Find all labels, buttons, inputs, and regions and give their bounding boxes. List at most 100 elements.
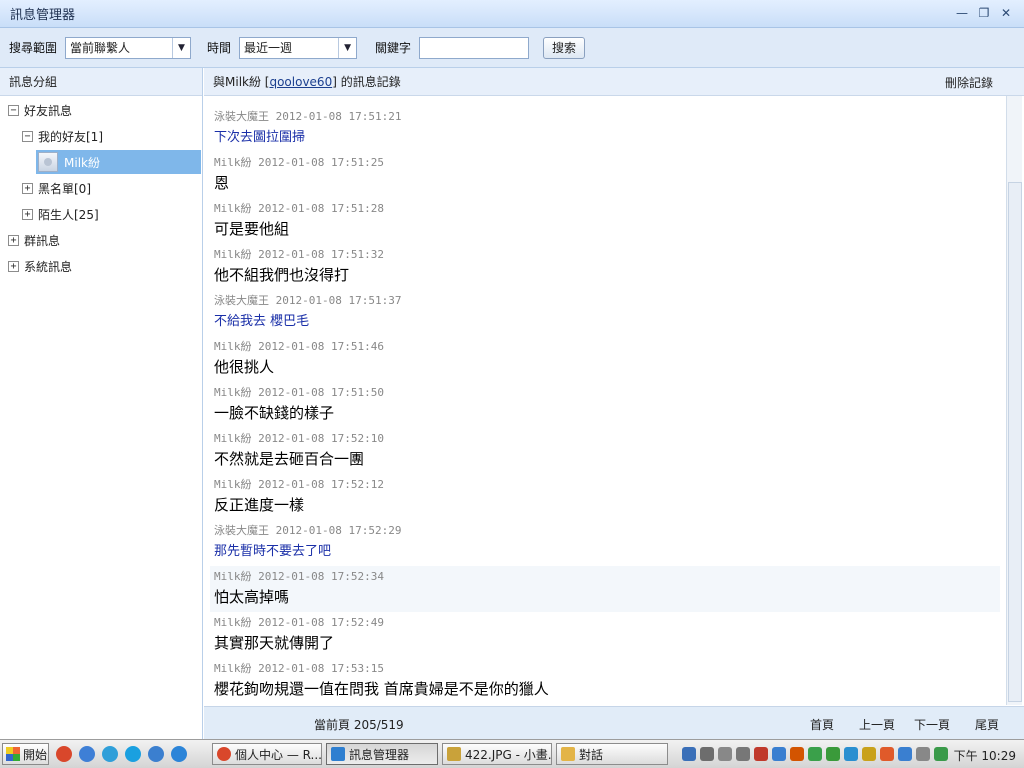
quick-launch-icon[interactable] (56, 746, 72, 762)
windows-logo-icon (6, 747, 20, 761)
tray-icon[interactable] (844, 747, 858, 761)
range-value: 當前聯繫人 (70, 41, 131, 55)
search-button[interactable]: 搜索 (543, 36, 586, 59)
message-text: 他很挑人 (214, 358, 275, 376)
message-time: 2012-01-08 17:52:10 (258, 432, 384, 445)
expand-icon[interactable]: + (22, 208, 33, 220)
message-sender: Milk紛 (214, 340, 252, 353)
tree-item-my-friends[interactable]: − 我的好友[1] (22, 124, 103, 148)
taskbar-task[interactable]: 422.JPG - 小畫... (442, 743, 552, 765)
chevron-down-icon[interactable]: ▼ (338, 37, 356, 58)
quick-launch-icon[interactable] (79, 746, 95, 762)
message-time: 2012-01-08 17:52:49 (258, 616, 384, 629)
quick-launch-icon[interactable] (102, 746, 118, 762)
range-select[interactable]: 當前聯繫人 ▼ (65, 36, 192, 59)
paint-icon (447, 747, 461, 761)
delete-records-button[interactable]: 刪除記錄 (945, 74, 993, 91)
message-time: 2012-01-08 17:51:32 (258, 248, 384, 261)
tray-icon[interactable] (682, 747, 696, 761)
chrome-icon (217, 747, 231, 761)
expand-icon[interactable]: + (8, 234, 19, 246)
tray-icon[interactable] (898, 747, 912, 761)
tray-icon[interactable] (934, 747, 948, 761)
next-page-button[interactable]: 下一頁 (914, 716, 950, 733)
message-sender: Milk紛 (214, 662, 252, 675)
message-sender: Milk紛 (214, 248, 252, 261)
tray-icon[interactable] (700, 747, 714, 761)
tree-item-blacklist[interactable]: + 黑名單[0] (22, 176, 91, 200)
tree-item-label: 陌生人[25] (38, 207, 99, 222)
tray-icon[interactable] (916, 747, 930, 761)
minimize-icon[interactable]: — (954, 5, 970, 21)
close-icon[interactable]: ✕ (998, 5, 1014, 21)
keyword-label: 關鍵字 (375, 41, 412, 55)
tray-icon[interactable] (736, 747, 750, 761)
time-select[interactable]: 最近一週 ▼ (239, 36, 358, 59)
chevron-down-icon[interactable]: ▼ (172, 37, 190, 58)
message-text: 一臉不缺錢的樣子 (214, 404, 335, 422)
tree-item-label: 好友訊息 (24, 103, 73, 118)
message-sender: Milk紛 (214, 386, 252, 399)
message-item: 泳裝大魔王 2012-01-08 17:51:37 不給我去 櫻巴毛 (210, 292, 1000, 329)
tree-item-label: 我的好友[1] (38, 129, 103, 144)
message-time: 2012-01-08 17:52:29 (275, 524, 402, 537)
tree-item-friend-messages[interactable]: − 好友訊息 (8, 98, 72, 122)
time-value: 最近一週 (244, 41, 293, 55)
start-button[interactable]: 開始 (2, 743, 49, 765)
clock: 下午 10:29 (953, 749, 1016, 763)
tree-item-group-messages[interactable]: + 群訊息 (8, 228, 60, 252)
window-controls: — ❐ ✕ (954, 5, 1014, 21)
message-text: 櫻花鉤吻規還一值在問我 首席貴婦是不是你的獵人 (214, 680, 549, 698)
tree-item-contact[interactable]: Milk紛 (36, 150, 201, 174)
contact-id-link[interactable]: qoolove60 (269, 75, 332, 89)
message-time: 2012-01-08 17:52:34 (258, 570, 384, 583)
collapse-icon[interactable]: − (22, 130, 33, 142)
task-label: 422.JPG - 小畫... (465, 747, 552, 762)
task-label: 對話 (579, 747, 604, 762)
tree-item-label: 系統訊息 (24, 259, 73, 274)
expand-icon[interactable]: + (8, 260, 19, 272)
tree-item-strangers[interactable]: + 陌生人[25] (22, 202, 99, 226)
header-suffix: ] 的訊息記錄 (332, 75, 401, 89)
tray-icon[interactable] (772, 747, 786, 761)
keyword-input[interactable] (419, 36, 530, 59)
task-label: 訊息管理器 (349, 747, 410, 762)
tree-item-system-messages[interactable]: + 系統訊息 (8, 254, 72, 278)
message-text: 下次去圖拉圍掃 (214, 130, 306, 145)
title-bar: 訊息管理器 — ❐ ✕ (0, 0, 1024, 28)
collapse-icon[interactable]: − (8, 104, 19, 116)
expand-icon[interactable]: + (22, 182, 33, 194)
message-item: Milk紛 2012-01-08 17:52:12 反正進度一樣 (210, 476, 1000, 515)
quick-launch-icon[interactable] (148, 746, 164, 762)
quick-launch-icon[interactable] (171, 746, 187, 762)
message-time: 2012-01-08 17:53:15 (258, 662, 384, 675)
taskbar-task[interactable]: 對話 (556, 743, 668, 765)
prev-page-button[interactable]: 上一頁 (859, 716, 895, 733)
message-scrollbar[interactable] (1006, 96, 1022, 705)
tray-icon[interactable] (880, 747, 894, 761)
message-sender: Milk紛 (214, 616, 252, 629)
taskbar-task[interactable]: 訊息管理器 (326, 743, 438, 765)
tree-item-label: 群訊息 (24, 233, 61, 248)
first-page-button[interactable]: 首頁 (810, 716, 834, 733)
tray-icon[interactable] (718, 747, 732, 761)
scrollbar-thumb[interactable] (1008, 182, 1022, 702)
message-list: 泳裝大魔王 2012-01-08 17:51:21 下次去圖拉圍掃 Milk紛 … (204, 96, 1004, 705)
taskbar-task[interactable]: 個人中心 — R... (212, 743, 322, 765)
tray-icon[interactable] (826, 747, 840, 761)
tree-item-label: 黑名單[0] (38, 181, 91, 196)
tray-icon[interactable] (790, 747, 804, 761)
message-time: 2012-01-08 17:51:21 (275, 110, 402, 123)
message-item: Milk紛 2012-01-08 17:52:34 怕太高掉嗎 (210, 566, 1000, 612)
tray-icon[interactable] (808, 747, 822, 761)
quick-launch-icon[interactable] (125, 746, 141, 762)
message-sender: Milk紛 (214, 478, 252, 491)
last-page-button[interactable]: 尾頁 (975, 716, 999, 733)
restore-icon[interactable]: ❐ (976, 5, 992, 21)
tray-icon[interactable] (754, 747, 768, 761)
message-time: 2012-01-08 17:51:28 (258, 202, 384, 215)
avatar (38, 152, 58, 172)
tray-icon[interactable] (862, 747, 876, 761)
message-text: 怕太高掉嗎 (214, 588, 290, 606)
time-label: 時間 (207, 41, 232, 55)
